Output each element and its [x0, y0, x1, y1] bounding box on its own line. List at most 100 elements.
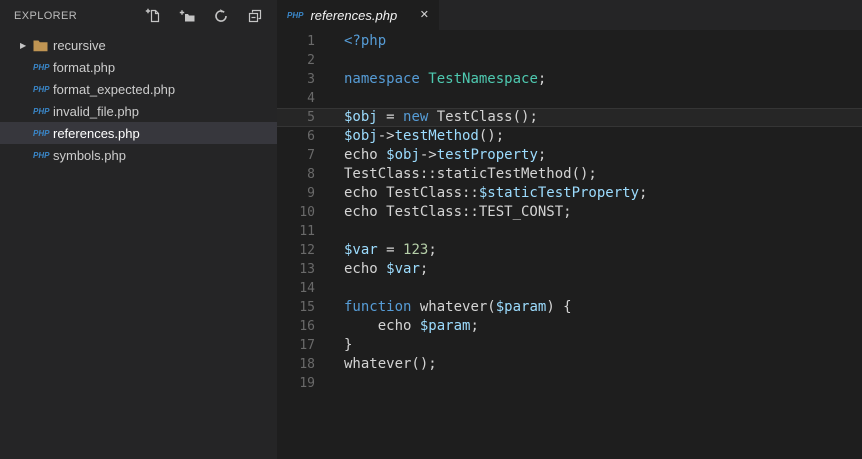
code-editor: 1 <?php 2 3 namespace TestNamespace; 4 5 $obj =… [277, 30, 862, 459]
code-line[interactable]: 8 TestClass::staticTestMethod(); [277, 165, 862, 184]
code-line[interactable]: 19 [277, 374, 862, 393]
tab-references-php[interactable]: PHP references.php ✕ [277, 0, 439, 30]
code-text: function whatever($param) { [315, 298, 572, 317]
code-line[interactable]: 6 $obj->testMethod(); [277, 127, 862, 146]
code-token: echo [344, 261, 387, 277]
code-line[interactable]: 5 $obj = new TestClass(); [277, 108, 862, 127]
php-file-icon: PHP [33, 84, 50, 94]
line-number: 13 [299, 262, 315, 277]
code-line[interactable]: 14 [277, 279, 862, 298]
code-line[interactable]: 10 echo TestClass::TEST_CONST; [277, 203, 862, 222]
code-line[interactable]: 4 [277, 89, 862, 108]
tree-item-recursive[interactable]: ▶ recursive [0, 34, 277, 56]
php-file-icon: PHP [33, 62, 50, 72]
code-token: function [344, 299, 412, 315]
php-file-icon: PHP [33, 106, 50, 116]
code-text: echo $param; [315, 317, 479, 336]
code-text: $obj->testMethod(); [315, 127, 504, 146]
code-token: ; [428, 242, 437, 258]
code-token: $var [344, 242, 378, 258]
php-file-icon: PHP [287, 10, 304, 20]
file-list: ▶ recursive PHP format.php PHP format_expecte… [0, 31, 277, 166]
explorer-title: EXPLORER [14, 9, 78, 22]
line-number: 3 [307, 72, 315, 87]
chevron-right-icon: ▶ [20, 40, 27, 50]
code-token: testMethod [394, 128, 479, 144]
tree-item-invalid-file-php[interactable]: PHP invalid_file.php [0, 100, 277, 122]
code-line[interactable]: 2 [277, 51, 862, 70]
tree-item-references-php[interactable]: PHP references.php [0, 122, 277, 144]
line-number: 18 [299, 357, 315, 372]
new-file-button[interactable] [145, 8, 161, 24]
code-line[interactable]: 1 <?php [277, 32, 862, 51]
code-token: ) { [546, 299, 572, 315]
code-token: echo TestClass:: [344, 185, 479, 201]
new-folder-button[interactable] [179, 8, 195, 24]
code-token: $obj [344, 128, 378, 144]
code-token: } [344, 337, 353, 353]
line-number: 17 [299, 338, 315, 353]
new-folder-icon [179, 9, 195, 21]
line-number: 9 [307, 186, 315, 201]
code-token: echo TestClass::TEST_CONST; [344, 204, 572, 220]
tree-item-format-php[interactable]: PHP format.php [0, 56, 277, 78]
file-label: recursive [53, 37, 106, 53]
code-line[interactable]: 12 $var = 123; [277, 241, 862, 260]
code-text: echo $var; [315, 260, 428, 279]
code-text: echo TestClass::$staticTestProperty; [315, 184, 647, 203]
tree-item-symbols-php[interactable]: PHP symbols.php [0, 144, 277, 166]
code-line[interactable]: 15 function whatever($param) { [277, 298, 862, 317]
code-text: $var = 123; [315, 241, 437, 260]
file-label: references.php [53, 125, 140, 141]
code-line[interactable]: 18 whatever(); [277, 355, 862, 374]
code-line[interactable]: 16 echo $param; [277, 317, 862, 336]
file-label: format.php [53, 59, 116, 75]
refresh-button[interactable] [213, 8, 229, 24]
code-token: $param [419, 318, 471, 334]
refresh-icon [215, 8, 227, 22]
collapse-all-button[interactable] [247, 8, 263, 24]
line-number: 6 [307, 129, 315, 144]
code-line[interactable]: 3 namespace TestNamespace; [277, 70, 862, 89]
tree-item-format-expected-php[interactable]: PHP format_expected.php [0, 78, 277, 100]
code-token: <?php [344, 33, 387, 49]
line-number: 8 [307, 167, 315, 182]
explorer-header: EXPLORER [0, 0, 277, 31]
folder-icon [33, 39, 53, 52]
explorer-sidebar: EXPLORER ▶ recursive PHP format.php PHP … [0, 0, 277, 459]
code-text: <?php [315, 32, 386, 51]
code-token: ; [537, 147, 547, 163]
code-token: echo [344, 318, 420, 334]
code-line[interactable]: 7 echo $obj->testProperty; [277, 146, 862, 165]
code-line[interactable]: 9 echo TestClass::$staticTestProperty; [277, 184, 862, 203]
code-token: $obj [386, 147, 420, 163]
code-token: ; [639, 185, 648, 201]
code-line[interactable]: 13 echo $var; [277, 260, 862, 279]
code-line[interactable]: 11 [277, 222, 862, 241]
code-lines: 1 <?php 2 3 namespace TestNamespace; 4 5 $obj =… [277, 32, 862, 393]
php-file-icon: PHP [33, 150, 50, 160]
code-text: namespace TestNamespace; [315, 70, 546, 89]
line-number: 12 [299, 243, 315, 258]
code-token: ; [419, 261, 429, 277]
code-token: namespace [344, 71, 420, 87]
line-number: 1 [307, 34, 315, 49]
code-token: $staticTestProperty [478, 185, 640, 201]
file-label: invalid_file.php [53, 103, 140, 119]
code-line[interactable]: 17} [277, 336, 862, 355]
code-text: TestClass::staticTestMethod(); [315, 165, 597, 184]
line-number: 16 [299, 319, 315, 334]
line-number: 4 [307, 91, 315, 106]
tab-close-icon[interactable]: ✕ [420, 9, 429, 21]
code-token: ; [537, 71, 547, 87]
code-token: ; [470, 318, 479, 334]
code-token: -> [419, 147, 437, 163]
code-token: echo [344, 147, 387, 163]
file-label: symbols.php [53, 147, 126, 163]
code-text: whatever(); [315, 355, 437, 374]
